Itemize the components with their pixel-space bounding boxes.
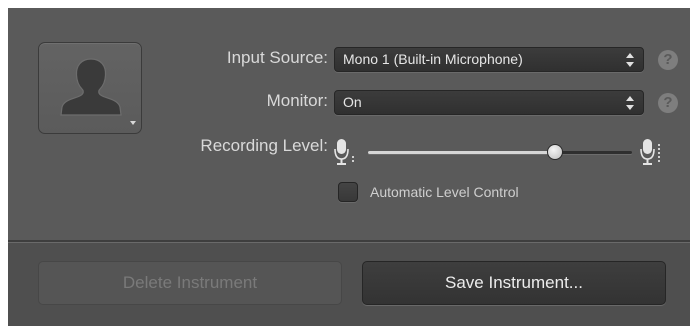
- monitor-help-button[interactable]: ?: [658, 93, 678, 113]
- instrument-icon-picker[interactable]: [38, 42, 142, 134]
- automatic-level-control-label[interactable]: Automatic Level Control: [370, 182, 519, 202]
- monitor-label: Monitor:: [266, 91, 328, 110]
- person-silhouette-icon: [60, 58, 122, 116]
- recording-level-label: Recording Level:: [200, 136, 328, 155]
- instrument-panel: Input Source: Mono 1 (Built-in Microphon…: [8, 8, 690, 326]
- input-source-label: Input Source:: [226, 48, 328, 67]
- slider-fill: [368, 151, 556, 154]
- recording-level-slider[interactable]: [368, 151, 632, 154]
- monitor-select[interactable]: On: [334, 90, 644, 115]
- microphone-quiet-icon: [334, 139, 354, 165]
- updown-arrows-icon: [626, 96, 634, 110]
- monitor-value: On: [343, 94, 362, 110]
- save-instrument-button[interactable]: Save Instrument...: [362, 261, 666, 305]
- updown-arrows-icon: [626, 53, 634, 67]
- delete-instrument-button[interactable]: Delete Instrument: [38, 261, 342, 305]
- chevron-down-icon: [130, 121, 136, 125]
- input-source-help-button[interactable]: ?: [658, 50, 678, 70]
- microphone-loud-icon: [640, 139, 660, 165]
- input-source-select[interactable]: Mono 1 (Built-in Microphone): [334, 47, 644, 72]
- automatic-level-control-checkbox[interactable]: [338, 182, 358, 202]
- input-source-value: Mono 1 (Built-in Microphone): [343, 51, 523, 67]
